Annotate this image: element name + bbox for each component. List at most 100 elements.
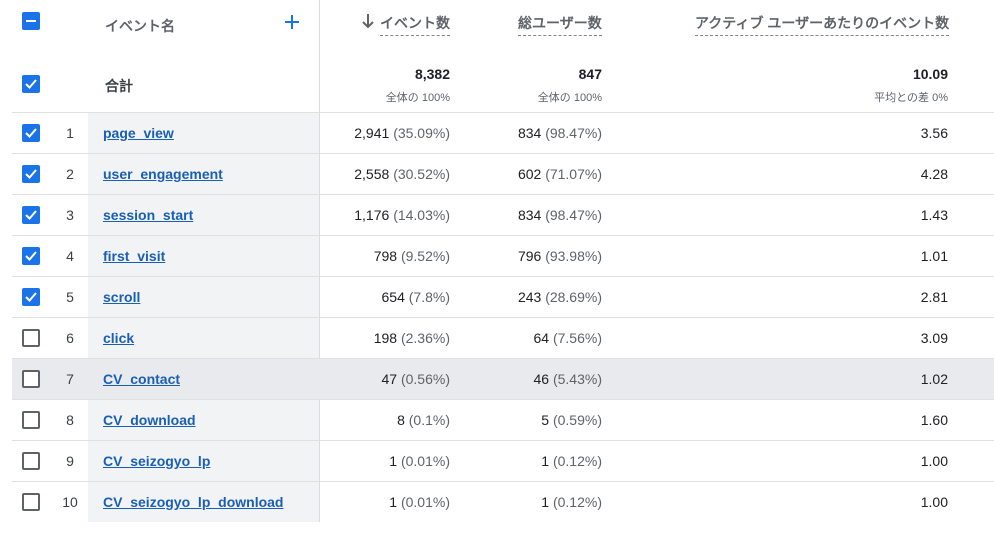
per-user-value: 4.28 [920,166,948,182]
check-icon [25,251,37,261]
row-checkbox[interactable] [22,452,40,470]
users-value: 1 [541,453,550,469]
row-index: 2 [66,166,74,182]
events-cell: 8 (0.1%) [397,412,450,428]
table-row[interactable]: 6 click 198 (2.36%) 64 (7.56%) 3.09 [12,317,994,358]
totals-checkbox[interactable] [22,75,40,93]
per-user-value: 3.09 [920,330,948,346]
per-user-column-header[interactable]: アクティブ ユーザーあたりのイベント数 [695,13,950,36]
row-checkbox[interactable] [22,370,40,388]
users-value: 5 [541,412,550,428]
events-value: 47 [381,371,398,387]
row-index: 10 [62,494,78,510]
events-percent: (2.36%) [400,330,450,346]
users-value: 834 [517,125,542,141]
events-value: 2,941 [354,125,390,141]
row-checkbox[interactable] [22,493,40,511]
table-row[interactable]: 1 page_view 2,941 (35.09%) 834 (98.47%) 3.56 [12,112,994,153]
per-user-value: 1.00 [920,453,948,469]
row-checkbox[interactable] [22,329,40,347]
table-row[interactable]: 10 CV_seizogyo_lp_download 1 (0.01%) 1 (0.1… [12,481,994,522]
users-percent: (5.43%) [552,371,602,387]
users-cell: 1 (0.12%) [541,453,602,469]
per-user-value: 2.81 [920,289,948,305]
row-checkbox[interactable] [22,206,40,224]
row-checkbox[interactable] [22,247,40,265]
users-percent: (93.98%) [545,248,602,264]
events-percent: (0.01%) [400,494,450,510]
select-all-checkbox[interactable] [22,12,40,30]
events-value: 1 [389,453,398,469]
row-index: 9 [66,453,74,469]
total-users: 847 [578,66,602,82]
users-percent: (71.07%) [545,166,602,182]
arrow-down-icon[interactable] [361,13,375,29]
events-percent: (30.52%) [393,166,450,182]
check-icon [25,292,37,302]
events-value: 8 [397,412,405,428]
users-cell: 602 (71.07%) [518,166,602,182]
total-per-user: 10.09 [912,66,948,82]
event-name-link[interactable]: page_view [103,125,174,141]
table-row[interactable]: 2 user_engagement 2,558 (30.52%) 602 (71.07… [12,153,994,194]
events-value: 654 [381,289,405,305]
users-cell: 46 (5.43%) [534,371,603,387]
events-cell: 654 (7.8%) [382,289,450,305]
table-row[interactable]: 3 session_start 1,176 (14.03%) 834 (98.47%)… [12,194,994,235]
indeterminate-icon [26,20,36,22]
events-column-header[interactable]: イベント数 [380,13,450,36]
check-icon [25,79,37,89]
users-value: 1 [541,494,550,510]
table-row[interactable]: 5 scroll 654 (7.8%) 243 (28.69%) 2.81 [12,276,994,317]
table-row[interactable]: 4 first_visit 798 (9.52%) 796 (93.98%) 1.01 [12,235,994,276]
events-value: 1,176 [354,207,390,223]
users-percent: (0.59%) [552,412,602,428]
check-icon [25,210,37,220]
event-name-header[interactable]: イベント名 [105,16,175,36]
row-checkbox[interactable] [22,411,40,429]
event-name-link[interactable]: CV_contact [103,371,180,387]
totals-label: 合計 [105,78,133,94]
row-index: 4 [66,248,74,264]
table-row[interactable]: 7 CV_contact 47 (0.56%) 46 (5.43%) 1.02 [12,358,994,399]
event-name-link[interactable]: CV_download [103,412,196,428]
events-value: 1 [389,494,398,510]
event-name-link[interactable]: CV_seizogyo_lp_download [103,494,283,510]
event-name-link[interactable]: click [103,330,134,346]
events-cell: 47 (0.56%) [382,371,451,387]
per-user-value: 1.43 [920,207,948,223]
event-name-link[interactable]: first_visit [103,248,165,264]
per-user-value: 1.02 [920,371,948,387]
event-name-link[interactable]: user_engagement [103,166,223,182]
users-cell: 1 (0.12%) [541,494,602,510]
events-table: イベント名 イベント数 総ユーザー数 アクティブ ユーザーあたりのイベント数 合… [0,0,994,544]
check-icon [25,128,37,138]
row-checkbox[interactable] [22,124,40,142]
row-checkbox[interactable] [22,165,40,183]
events-cell: 1,176 (14.03%) [354,207,450,223]
users-cell: 834 (98.47%) [518,125,602,141]
users-column-header[interactable]: 総ユーザー数 [518,13,602,36]
plus-icon[interactable] [283,13,301,31]
row-checkbox[interactable] [22,288,40,306]
row-index: 8 [66,412,74,428]
table-row[interactable]: 8 CV_download 8 (0.1%) 5 (0.59%) 1.60 [12,399,994,440]
users-value: 64 [533,330,550,346]
users-cell: 5 (0.59%) [541,412,602,428]
row-index: 3 [66,207,74,223]
users-cell: 796 (93.98%) [518,248,602,264]
events-cell: 2,558 (30.52%) [354,166,450,182]
users-percent: (98.47%) [545,125,602,141]
users-value: 243 [517,289,542,305]
events-percent: (35.09%) [393,125,450,141]
row-index: 1 [66,125,74,141]
table-row[interactable]: 9 CV_seizogyo_lp 1 (0.01%) 1 (0.12%) 1.00 [12,440,994,481]
users-value: 834 [517,207,542,223]
event-name-link[interactable]: session_start [103,207,193,223]
users-percent: (7.56%) [552,330,602,346]
row-index: 5 [66,289,74,305]
users-percent: (98.47%) [545,207,602,223]
event-name-link[interactable]: scroll [103,289,140,305]
event-name-link[interactable]: CV_seizogyo_lp [103,453,210,469]
events-percent: (14.03%) [393,207,450,223]
